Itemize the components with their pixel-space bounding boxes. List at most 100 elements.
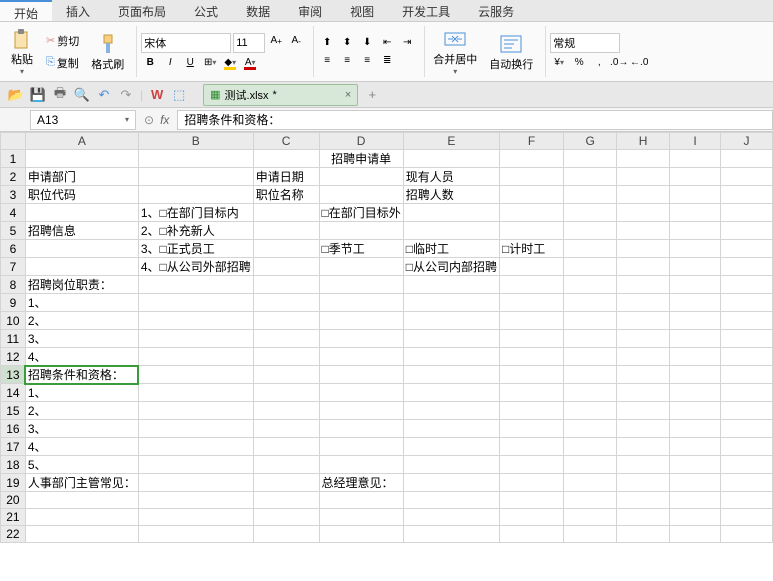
- cell-C13[interactable]: [253, 366, 319, 384]
- cell-B12[interactable]: [138, 348, 253, 366]
- cell-F1[interactable]: [500, 150, 564, 168]
- number-format-select[interactable]: [550, 33, 620, 53]
- cell-B21[interactable]: [138, 509, 253, 526]
- indent-decrease-button[interactable]: ⇤: [378, 35, 396, 51]
- cell-J12[interactable]: [721, 348, 773, 366]
- add-tab-button[interactable]: +: [364, 87, 380, 103]
- cell-C2[interactable]: 申请日期: [253, 168, 319, 186]
- cell-H13[interactable]: [617, 366, 670, 384]
- cell-J19[interactable]: [721, 474, 773, 492]
- cell-C15[interactable]: [253, 402, 319, 420]
- cell-A5[interactable]: 招聘信息: [25, 222, 138, 240]
- italic-button[interactable]: I: [161, 55, 179, 71]
- cell-E4[interactable]: [403, 204, 499, 222]
- cell-A19[interactable]: 人事部门主管常见：: [25, 474, 138, 492]
- spreadsheet-grid[interactable]: ABCDEFGHIJ1招聘申请单2申请部门申请日期现有人员3职位代码职位名称招聘…: [0, 132, 773, 581]
- row-header-15[interactable]: 15: [1, 402, 26, 420]
- cell-F21[interactable]: [500, 509, 564, 526]
- tab-review[interactable]: 审阅: [284, 0, 336, 21]
- align-right-button[interactable]: ≡: [358, 53, 376, 69]
- cell-I21[interactable]: [670, 509, 721, 526]
- comma-button[interactable]: ,: [590, 55, 608, 71]
- row-header-16[interactable]: 16: [1, 420, 26, 438]
- cell-E18[interactable]: [403, 456, 499, 474]
- cell-I9[interactable]: [670, 294, 721, 312]
- col-header-H[interactable]: H: [617, 133, 670, 150]
- row-header-22[interactable]: 22: [1, 526, 26, 543]
- cell-E8[interactable]: [403, 276, 499, 294]
- cell-G17[interactable]: [564, 438, 617, 456]
- cell-D18[interactable]: [319, 456, 403, 474]
- cell-E7[interactable]: □从公司内部招聘: [403, 258, 499, 276]
- decrease-font-button[interactable]: A-: [287, 33, 305, 49]
- cell-B17[interactable]: [138, 438, 253, 456]
- cell-B22[interactable]: [138, 526, 253, 543]
- cell-C12[interactable]: [253, 348, 319, 366]
- cell-F8[interactable]: [500, 276, 564, 294]
- cell-C7[interactable]: [253, 258, 319, 276]
- cell-D6[interactable]: □季节工: [319, 240, 403, 258]
- cell-E2[interactable]: 现有人员: [403, 168, 499, 186]
- name-box[interactable]: A13▾: [30, 110, 136, 130]
- cell-H7[interactable]: [617, 258, 670, 276]
- row-header-11[interactable]: 11: [1, 330, 26, 348]
- cell-J13[interactable]: [721, 366, 773, 384]
- cell-C20[interactable]: [253, 492, 319, 509]
- tab-home[interactable]: 开始: [0, 0, 52, 21]
- function-wizard-icon[interactable]: ⊙: [144, 113, 154, 127]
- cell-J7[interactable]: [721, 258, 773, 276]
- decrease-decimals-button[interactable]: ←.0: [630, 55, 648, 71]
- font-color-button[interactable]: A▾: [241, 55, 259, 71]
- row-header-2[interactable]: 2: [1, 168, 26, 186]
- cell-J5[interactable]: [721, 222, 773, 240]
- cell-H6[interactable]: [617, 240, 670, 258]
- row-header-6[interactable]: 6: [1, 240, 26, 258]
- cell-J20[interactable]: [721, 492, 773, 509]
- cell-D16[interactable]: [319, 420, 403, 438]
- cell-B11[interactable]: [138, 330, 253, 348]
- cell-J11[interactable]: [721, 330, 773, 348]
- row-header-8[interactable]: 8: [1, 276, 26, 294]
- align-left-button[interactable]: ≡: [318, 53, 336, 69]
- cell-D1[interactable]: 招聘申请单: [319, 150, 403, 168]
- cell-G22[interactable]: [564, 526, 617, 543]
- wps-icon[interactable]: W: [149, 87, 165, 103]
- currency-button[interactable]: ¥▾: [550, 55, 568, 71]
- cell-E13[interactable]: [403, 366, 499, 384]
- cell-I15[interactable]: [670, 402, 721, 420]
- cell-J21[interactable]: [721, 509, 773, 526]
- cell-D11[interactable]: [319, 330, 403, 348]
- cell-D7[interactable]: [319, 258, 403, 276]
- cell-A6[interactable]: [25, 240, 138, 258]
- cell-I16[interactable]: [670, 420, 721, 438]
- tab-view[interactable]: 视图: [336, 0, 388, 21]
- cell-H16[interactable]: [617, 420, 670, 438]
- row-header-17[interactable]: 17: [1, 438, 26, 456]
- cell-B6[interactable]: 3、□正式员工: [138, 240, 253, 258]
- cell-G11[interactable]: [564, 330, 617, 348]
- print-icon[interactable]: 🖶: [52, 87, 68, 103]
- cell-I11[interactable]: [670, 330, 721, 348]
- cell-H11[interactable]: [617, 330, 670, 348]
- cell-B20[interactable]: [138, 492, 253, 509]
- fill-color-button[interactable]: ◆▾: [221, 55, 239, 71]
- cell-H21[interactable]: [617, 509, 670, 526]
- align-justify-button[interactable]: ≣: [378, 53, 396, 69]
- cell-A16[interactable]: 3、: [25, 420, 138, 438]
- cell-A10[interactable]: 2、: [25, 312, 138, 330]
- cell-G9[interactable]: [564, 294, 617, 312]
- border-button[interactable]: ⊞▾: [201, 55, 219, 71]
- cell-D3[interactable]: [319, 186, 403, 204]
- cell-E15[interactable]: [403, 402, 499, 420]
- cell-H20[interactable]: [617, 492, 670, 509]
- col-header-B[interactable]: B: [138, 133, 253, 150]
- row-header-13[interactable]: 13: [1, 366, 26, 384]
- cell-G12[interactable]: [564, 348, 617, 366]
- row-header-14[interactable]: 14: [1, 384, 26, 402]
- cell-A2[interactable]: 申请部门: [25, 168, 138, 186]
- cell-C19[interactable]: [253, 474, 319, 492]
- cell-J18[interactable]: [721, 456, 773, 474]
- cell-B4[interactable]: 1、□在部门目标内: [138, 204, 253, 222]
- cell-A11[interactable]: 3、: [25, 330, 138, 348]
- cell-B3[interactable]: [138, 186, 253, 204]
